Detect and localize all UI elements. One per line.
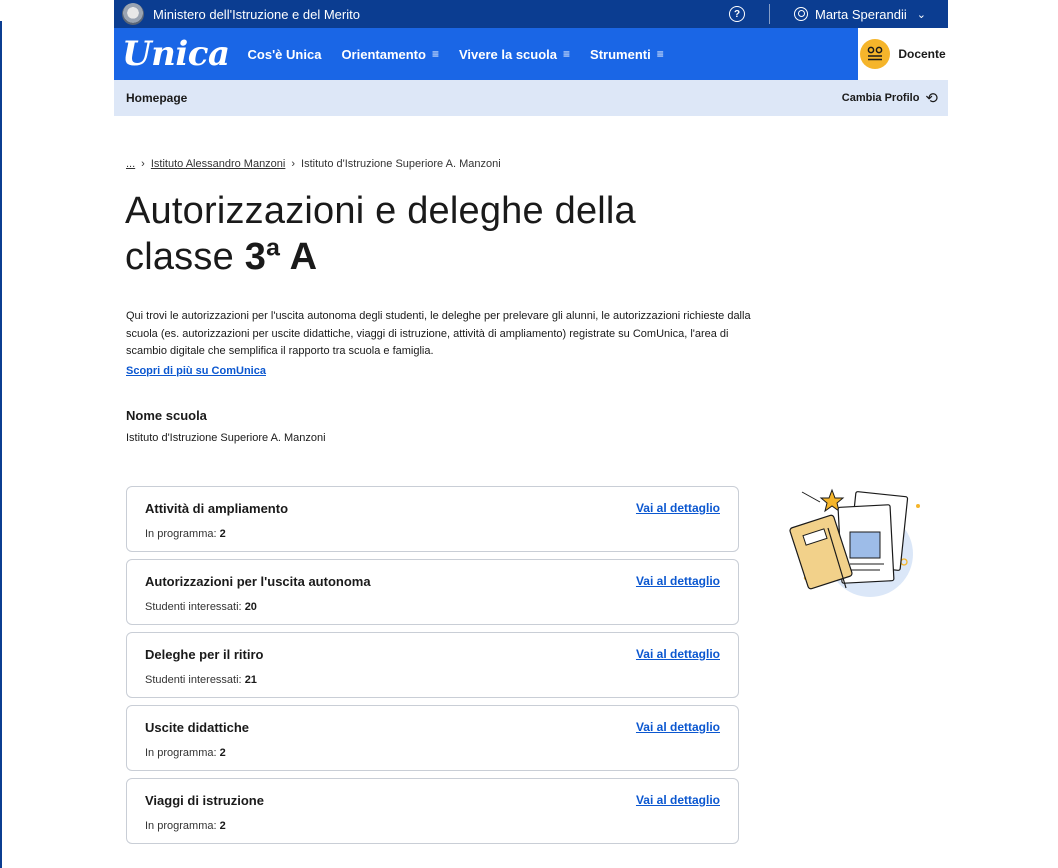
nav-item-label: Strumenti [590, 46, 651, 62]
stat-value: 21 [244, 674, 257, 686]
user-icon [794, 7, 808, 21]
card-stat: In programma: 2 [145, 820, 226, 832]
breadcrumb: ... › Istituto Alessandro Manzoni › Isti… [126, 158, 501, 170]
card-stat: In programma: 2 [145, 528, 226, 540]
school-value: Istituto d'Istruzione Superiore A. Manzo… [126, 432, 326, 444]
menu-icon: ≡ [563, 47, 571, 61]
stat-value: 2 [219, 747, 226, 759]
user-menu[interactable]: Marta Sperandii ⌄ [794, 7, 926, 22]
chevron-down-icon: ⌄ [916, 8, 926, 21]
card-stat: In programma: 2 [145, 747, 226, 759]
page-title: Autorizzazioni e deleghe della classe 3ª… [125, 188, 636, 280]
card-deleghe-ritiro: Deleghe per il ritiro Studenti interessa… [126, 632, 739, 698]
card-title: Viaggi di istruzione [145, 793, 264, 808]
nav-item-orientamento[interactable]: Orientamento ≡ [341, 47, 439, 62]
user-name: Marta Sperandii [815, 6, 907, 22]
card-title: Autorizzazioni per l'uscita autonoma [145, 574, 371, 589]
help-icon[interactable]: ? [729, 6, 745, 22]
breadcrumb-item-istituto[interactable]: Istituto Alessandro Manzoni [151, 158, 286, 170]
nav-item-label: Vivere la scuola [458, 46, 558, 62]
class-name: 3ª A [244, 236, 318, 278]
menu-icon: ≡ [431, 47, 439, 61]
card-uscite-didattiche: Uscite didattiche In programma: 2 Vai al… [126, 705, 739, 771]
card-title: Deleghe per il ritiro [145, 647, 264, 662]
card-attivita-ampliamento: Attività di ampliamento In programma: 2 … [126, 486, 739, 552]
card-title: Attività di ampliamento [145, 501, 289, 516]
unica-logo[interactable]: Unica [122, 37, 230, 71]
switch-profile-icon: ⟲ [925, 90, 938, 107]
menu-icon: ≡ [656, 47, 664, 61]
homepage-link[interactable]: Homepage [126, 91, 842, 105]
stat-label: Studenti interessati: [145, 674, 242, 686]
divider [769, 4, 770, 24]
card-stat: Studenti interessati: 21 [145, 674, 257, 686]
nav-item-cos-e-unica[interactable]: Cos'è Unica [248, 47, 322, 62]
stat-label: In programma: [145, 747, 217, 759]
page-title-prefix: classe [125, 236, 234, 278]
chevron-right-icon: › [291, 158, 296, 170]
ministry-name[interactable]: Ministero dell'Istruzione e del Merito [153, 7, 729, 22]
card-title: Uscite didattiche [145, 720, 250, 735]
sub-bar: Homepage Cambia Profilo ⟲ [114, 80, 948, 116]
detail-link[interactable]: Vai al dettaglio [636, 574, 720, 588]
intro-text: Qui trovi le autorizzazioni per l'uscita… [126, 310, 751, 357]
detail-link[interactable]: Vai al dettaglio [636, 793, 720, 807]
profile-label: Docente [898, 47, 946, 61]
stat-label: Studenti interessati: [145, 601, 242, 613]
republic-emblem-icon [122, 3, 144, 25]
card-viaggi-istruzione: Viaggi di istruzione In programma: 2 Vai… [126, 778, 739, 844]
nav-item-vivere-la-scuola[interactable]: Vivere la scuola ≡ [459, 47, 570, 62]
school-label: Nome scuola [126, 408, 207, 423]
stat-label: In programma: [145, 820, 217, 832]
teacher-avatar-icon [860, 39, 891, 69]
detail-link[interactable]: Vai al dettaglio [636, 720, 720, 734]
comunica-link[interactable]: Scopri di più su ComUnica [126, 365, 266, 377]
nav-item-label: Orientamento [341, 46, 426, 62]
card-uscita-autonoma: Autorizzazioni per l'uscita autonoma Stu… [126, 559, 739, 625]
authorization-cards: Attività di ampliamento In programma: 2 … [126, 486, 739, 851]
stat-label: In programma: [145, 528, 217, 540]
stat-value: 2 [219, 820, 226, 832]
ministry-bar: Ministero dell'Istruzione e del Merito ?… [114, 0, 948, 28]
switch-profile-button[interactable]: Cambia Profilo ⟲ [842, 89, 938, 107]
breadcrumb-ellipsis[interactable]: ... [126, 158, 135, 170]
switch-profile-label: Cambia Profilo [841, 92, 920, 104]
detail-link[interactable]: Vai al dettaglio [636, 501, 720, 515]
chevron-right-icon: › [141, 158, 145, 170]
teacher-glyph-icon [867, 46, 883, 61]
card-stat: Studenti interessati: 20 [145, 601, 257, 613]
breadcrumb-item-current: Istituto d'Istruzione Superiore A. Manzo… [301, 158, 501, 170]
page-title-line1: Autorizzazioni e deleghe della [125, 190, 636, 232]
profile-button[interactable]: Docente [858, 28, 948, 80]
detail-link[interactable]: Vai al dettaglio [636, 647, 720, 661]
documents-illustration [789, 488, 920, 597]
stat-value: 20 [244, 601, 257, 613]
nav-item-strumenti[interactable]: Strumenti ≡ [590, 47, 664, 62]
main-nav: Unica Cos'è Unica Orientamento ≡ Vivere … [114, 28, 948, 80]
nav-item-label: Cos'è Unica [247, 46, 322, 62]
stat-value: 2 [219, 528, 226, 540]
